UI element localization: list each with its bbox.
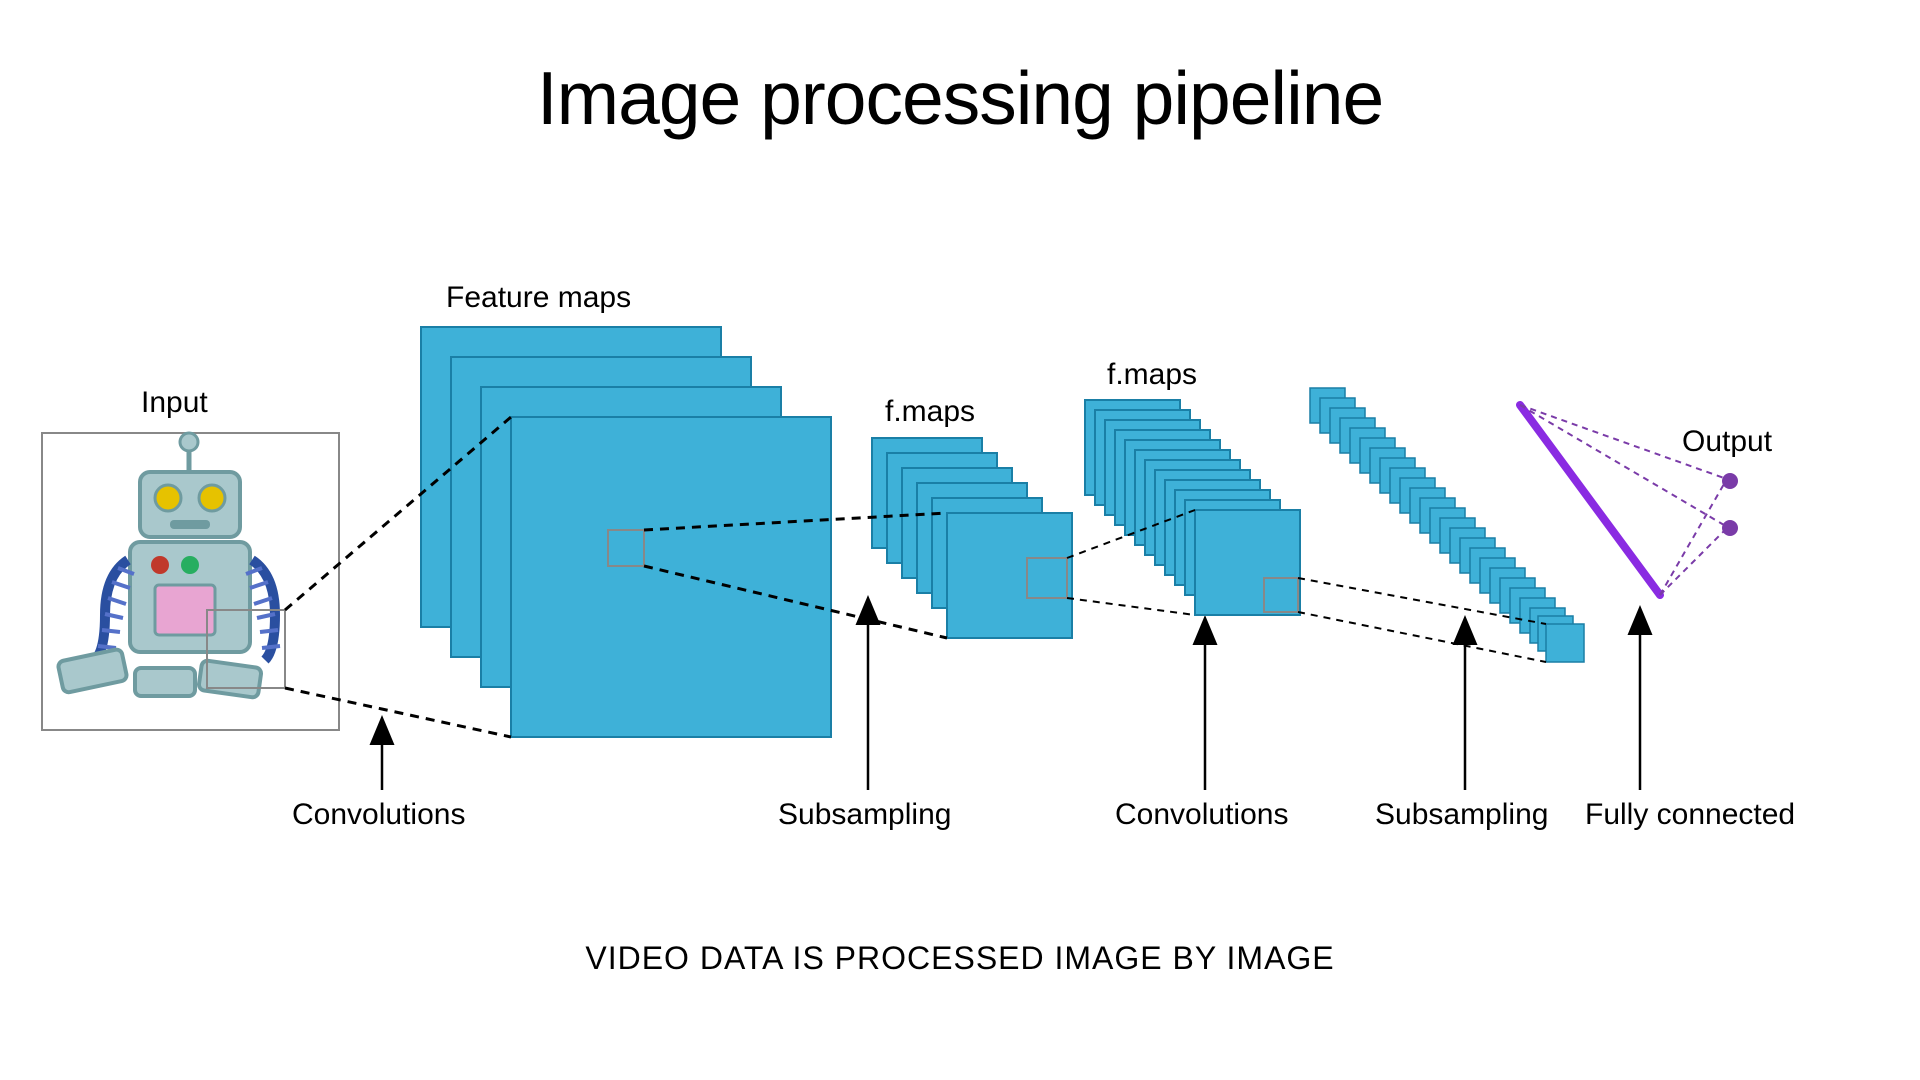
stage-fmaps-1 [872, 438, 1072, 638]
stage-fmaps-2 [1085, 400, 1300, 615]
slide: Image processing pipeline Input Feature … [0, 0, 1920, 1080]
robot-icon [57, 433, 280, 698]
stage-feature-maps [421, 327, 831, 737]
output-node-1 [1722, 473, 1738, 489]
stage-fmaps-tiny [1310, 388, 1584, 662]
slide-caption: VIDEO DATA IS PROCESSED IMAGE BY IMAGE [0, 940, 1920, 977]
output-node-2 [1722, 520, 1738, 536]
projection-fc-to-output [1520, 405, 1724, 595]
fully-connected-layer [1520, 405, 1660, 595]
cnn-diagram [0, 0, 1920, 1080]
